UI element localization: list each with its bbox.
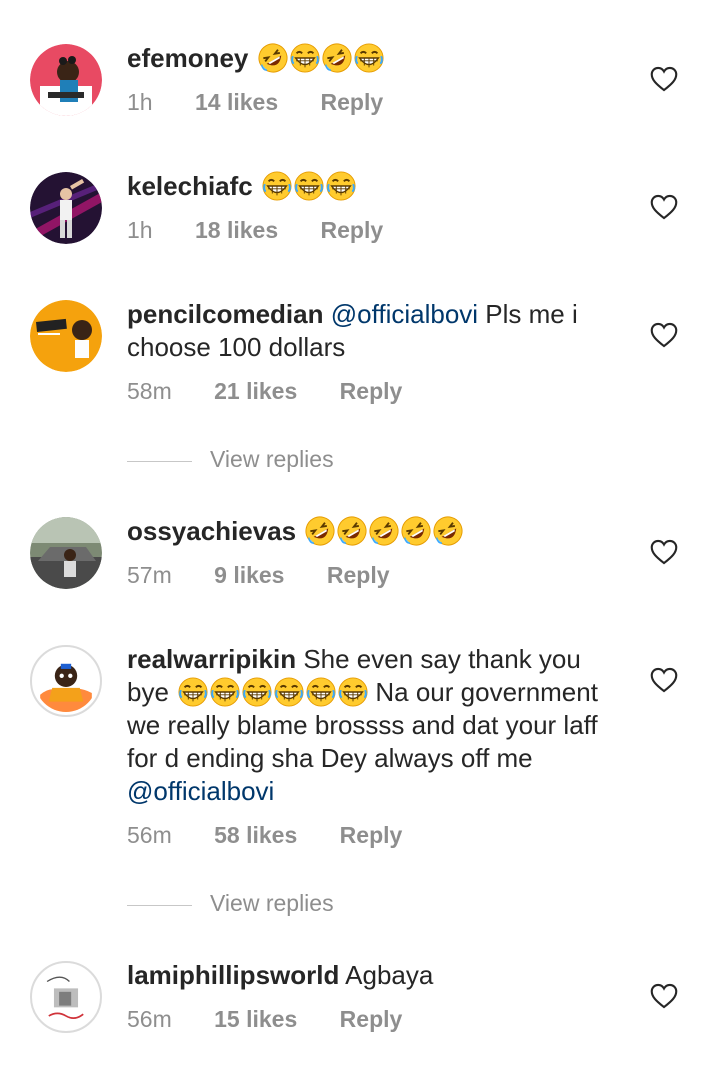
- grin-emoji-icon: [274, 677, 304, 707]
- likes-count[interactable]: 14 likes: [195, 89, 278, 115]
- comment-username[interactable]: realwarripikin: [127, 644, 296, 674]
- likes-count[interactable]: 58 likes: [214, 822, 297, 848]
- grin-emoji-icon: [294, 171, 324, 201]
- rofl-emoji-icon: [337, 516, 367, 546]
- cartoon-avatar: [35, 650, 97, 712]
- likes-count[interactable]: 9 likes: [214, 562, 284, 588]
- stage-performer-avatar: [30, 172, 102, 244]
- rofl-emoji-icon: [369, 516, 399, 546]
- emoji-group: [256, 43, 384, 73]
- rofl-emoji-icon: [305, 516, 335, 546]
- rofl-emoji-icon: [433, 516, 463, 546]
- comment-meta: 56m 15 likes Reply: [127, 1006, 438, 1033]
- divider-line: [127, 461, 192, 462]
- comment-meta: 1h 18 likes Reply: [127, 217, 419, 244]
- grin-emoji-icon: [210, 677, 240, 707]
- comment-time: 1h: [127, 89, 153, 115]
- comment-meta: 1h 14 likes Reply: [127, 89, 419, 116]
- comment-body: lamiphillipsworld Agbaya: [127, 959, 627, 992]
- comment-body: pencilcomedian @officialbovi Pls me i ch…: [127, 298, 627, 364]
- reply-button[interactable]: Reply: [340, 1006, 403, 1032]
- comment-body: ossyachievas: [127, 515, 627, 548]
- signature-logo-avatar: [35, 966, 97, 1028]
- heart-icon[interactable]: [650, 539, 678, 565]
- reply-button[interactable]: Reply: [321, 89, 384, 115]
- comment-username[interactable]: ossyachievas: [127, 516, 296, 546]
- heart-icon[interactable]: [650, 66, 678, 92]
- divider-line: [127, 905, 192, 906]
- avatar[interactable]: [30, 44, 102, 116]
- rofl-emoji-icon: [258, 43, 288, 73]
- mention-link[interactable]: @officialbovi: [331, 299, 478, 329]
- grin-emoji-icon: [262, 171, 292, 201]
- grin-emoji-icon: [242, 677, 272, 707]
- avatar[interactable]: [30, 300, 102, 372]
- grin-emoji-icon: [326, 171, 356, 201]
- comment-username[interactable]: pencilcomedian: [127, 299, 324, 329]
- emoji-group: [260, 171, 356, 201]
- grin-emoji-icon: [306, 677, 336, 707]
- view-replies-label: View replies: [210, 446, 334, 472]
- reply-button[interactable]: Reply: [327, 562, 390, 588]
- comment-time: 58m: [127, 378, 172, 404]
- heart-icon[interactable]: [650, 194, 678, 220]
- comment-time: 1h: [127, 217, 153, 243]
- comment-body: efemoney: [127, 42, 627, 75]
- emoji-group: [303, 516, 463, 546]
- avatar[interactable]: [30, 961, 102, 1033]
- emoji-group: [176, 677, 375, 707]
- comment-text: Agbaya: [345, 960, 434, 990]
- grin-emoji-icon: [354, 43, 384, 73]
- avatar[interactable]: [30, 517, 102, 589]
- illustrated-man-avatar: [30, 44, 102, 116]
- comment-meta: 57m 9 likes Reply: [127, 562, 426, 589]
- view-replies-label: View replies: [210, 890, 334, 916]
- heart-icon[interactable]: [650, 983, 678, 1009]
- comment-time: 56m: [127, 1006, 172, 1032]
- likes-count[interactable]: 21 likes: [214, 378, 297, 404]
- rofl-emoji-icon: [401, 516, 431, 546]
- comment-username[interactable]: kelechiafc: [127, 171, 253, 201]
- comment-meta: 56m 58 likes Reply: [127, 822, 438, 849]
- grin-emoji-icon: [290, 43, 320, 73]
- comment-username[interactable]: efemoney: [127, 43, 248, 73]
- avatar[interactable]: [30, 645, 102, 717]
- heart-icon[interactable]: [650, 667, 678, 693]
- rofl-emoji-icon: [322, 43, 352, 73]
- comment-time: 56m: [127, 822, 172, 848]
- banabas-avatar: [30, 300, 102, 372]
- reply-button[interactable]: Reply: [321, 217, 384, 243]
- avatar[interactable]: [30, 172, 102, 244]
- comment-time: 57m: [127, 562, 172, 588]
- likes-count[interactable]: 15 likes: [214, 1006, 297, 1032]
- likes-count[interactable]: 18 likes: [195, 217, 278, 243]
- comment-body: kelechiafc: [127, 170, 627, 203]
- reply-button[interactable]: Reply: [340, 378, 403, 404]
- comment-body: realwarripikin She even say thank you by…: [127, 643, 627, 808]
- grin-emoji-icon: [178, 677, 208, 707]
- car-photo-avatar: [30, 517, 102, 589]
- comment-username[interactable]: lamiphillipsworld: [127, 960, 339, 990]
- grin-emoji-icon: [338, 677, 368, 707]
- heart-icon[interactable]: [650, 322, 678, 348]
- reply-button[interactable]: Reply: [340, 822, 403, 848]
- comment-meta: 58m 21 likes Reply: [127, 378, 438, 405]
- mention-link[interactable]: @officialbovi: [127, 776, 274, 806]
